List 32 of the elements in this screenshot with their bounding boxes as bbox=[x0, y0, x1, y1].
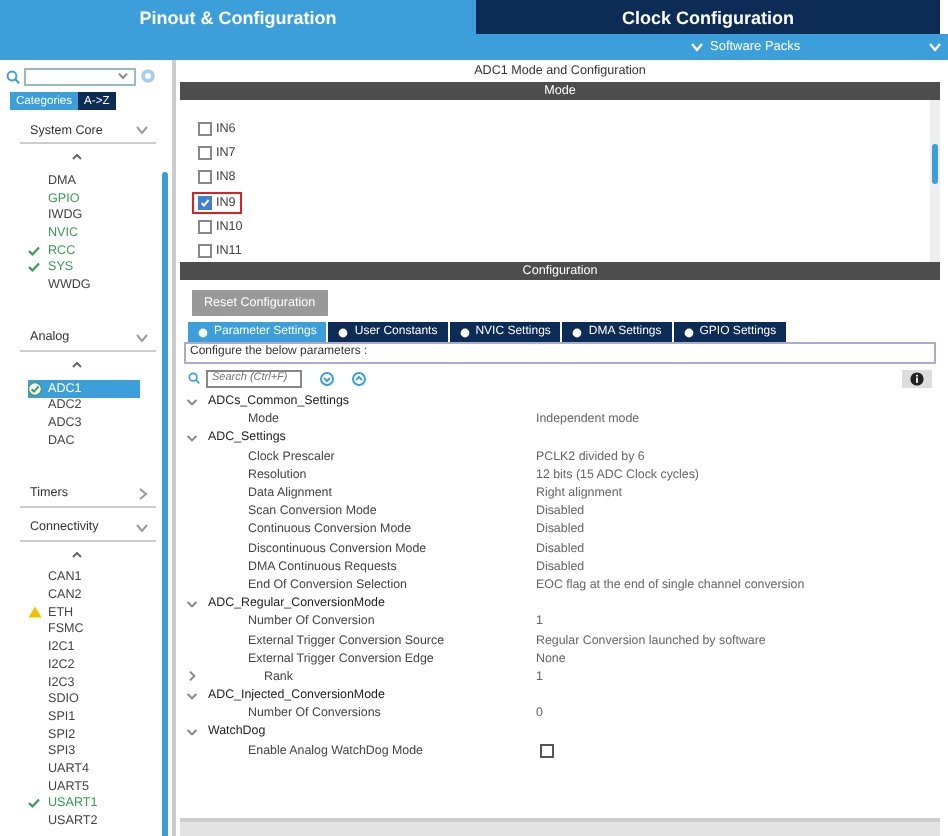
dot-icon bbox=[572, 327, 583, 337]
sort-up-icon[interactable] bbox=[71, 361, 81, 368]
check-icon bbox=[200, 197, 210, 208]
chevron-down-icon[interactable] bbox=[186, 395, 198, 408]
caret-icon bbox=[118, 72, 128, 80]
chevron-down-icon[interactable] bbox=[186, 431, 198, 444]
top-tab[interactable]: Clock Configuration bbox=[476, 0, 940, 34]
search-icon bbox=[188, 372, 200, 384]
scrollbar[interactable] bbox=[162, 172, 168, 836]
info-icon bbox=[910, 371, 924, 385]
dot-icon bbox=[198, 327, 208, 337]
parameter-checkbox[interactable] bbox=[540, 743, 554, 758]
chevron-right-icon[interactable] bbox=[186, 670, 198, 683]
dot-icon bbox=[338, 327, 349, 337]
chevron-down-icon bbox=[136, 124, 148, 136]
dot-icon bbox=[459, 327, 470, 337]
chevron-down-icon bbox=[690, 42, 704, 52]
scrollbar[interactable] bbox=[930, 100, 940, 262]
sort-up-icon[interactable] bbox=[71, 154, 81, 160]
search-field[interactable] bbox=[24, 67, 136, 85]
sort-up-icon[interactable] bbox=[71, 551, 81, 558]
chevron-down-icon[interactable] bbox=[186, 689, 198, 702]
search-icon bbox=[6, 69, 20, 83]
info-button[interactable] bbox=[902, 369, 932, 387]
dot-icon bbox=[683, 327, 694, 337]
chevron-down-icon[interactable] bbox=[186, 725, 198, 738]
expand-all-icon[interactable] bbox=[320, 371, 334, 385]
collapse-all-icon[interactable] bbox=[352, 371, 366, 385]
chevron-down-icon[interactable] bbox=[186, 597, 198, 610]
chevron-right-icon bbox=[136, 487, 148, 500]
chevron-down-icon bbox=[136, 331, 148, 344]
chevron-down-icon bbox=[136, 521, 148, 534]
